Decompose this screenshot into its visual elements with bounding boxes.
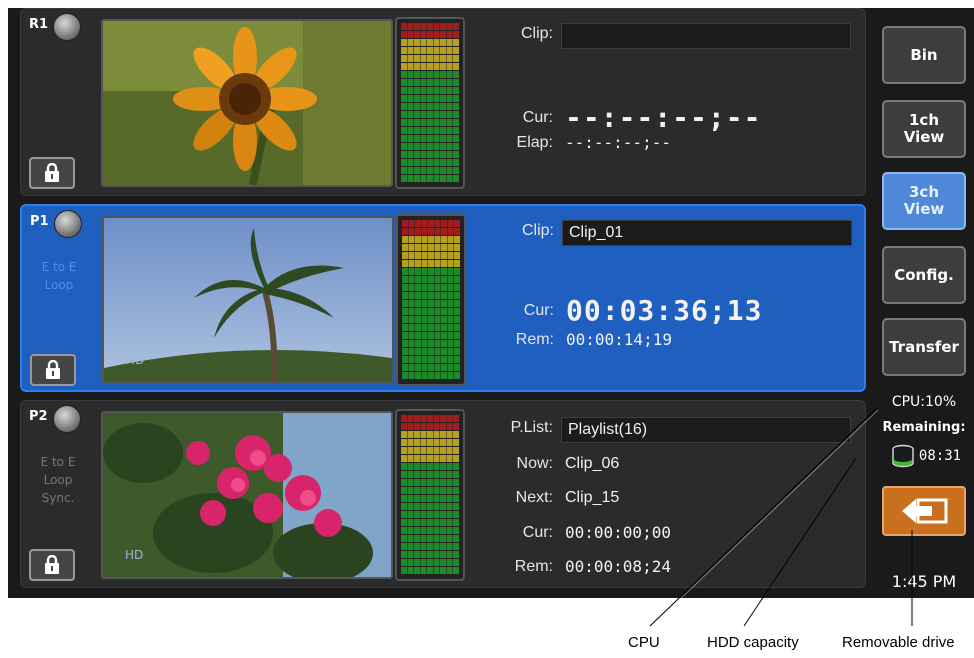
callout-cpu: CPU xyxy=(628,634,660,651)
callout-lines xyxy=(649,407,913,627)
callout-removable-drive: Removable drive xyxy=(842,634,955,651)
callout-hdd-capacity: HDD capacity xyxy=(707,634,799,651)
